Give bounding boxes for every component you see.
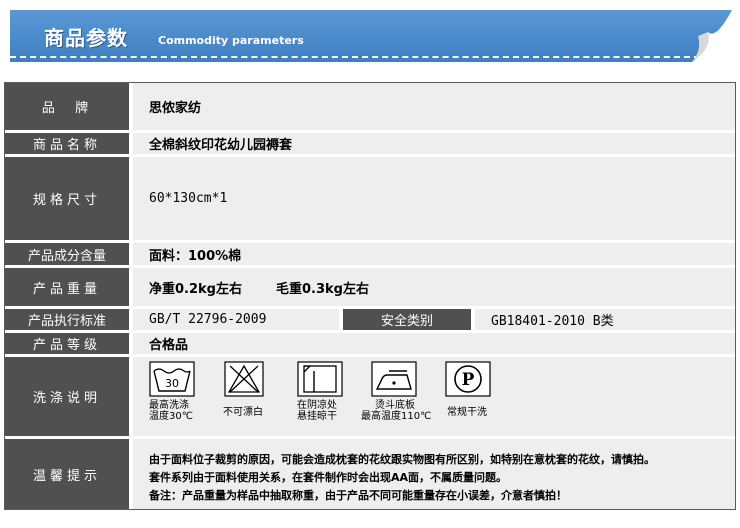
hang-dry-caption: 在阴凉处 悬挂晾干: [297, 400, 337, 422]
row-name: 商品名称 全棉斜纹印花幼儿园褥套: [5, 133, 735, 154]
row-wash: 洗涤说明 30 最高洗涤 温度30℃ 不可漂白 在阴凉处 悬挂晾干 烫斗底板 最…: [5, 357, 735, 436]
dry-clean-letter: P: [462, 370, 475, 390]
iron-caption-2: 最高温度110℃: [361, 411, 432, 422]
name-value: 全棉斜纹印花幼儿园褥套: [133, 133, 735, 154]
wash-icons: 30 最高洗涤 温度30℃ 不可漂白 在阴凉处 悬挂晾干 烫斗底板 最高温度11…: [149, 361, 735, 423]
banner-title: 商品参数: [44, 26, 128, 50]
standard-label: 产品执行标准: [5, 309, 129, 330]
wash-30-caption-2: 温度30℃: [149, 411, 193, 422]
hang-dry-caption-2: 悬挂晾干: [297, 411, 337, 422]
notes-label: 温馨提示: [5, 439, 129, 509]
notes-text: 由于面料位子裁剪的原因，可能会造成枕套的花纹跟实物图有所区别，如特别在意枕套的花…: [149, 451, 655, 505]
row-notes: 温馨提示 由于面料位子裁剪的原因，可能会造成枕套的花纹跟实物图有所区别，如特别在…: [5, 439, 735, 509]
net-weight: 净重0.2kg左右: [149, 281, 242, 297]
no-bleach-caption: 不可漂白: [223, 407, 263, 418]
wash-30-caption-1: 最高洗涤: [149, 400, 189, 411]
brand-label: 品 牌: [5, 83, 129, 130]
notes-line-1: 由于面料位子裁剪的原因，可能会造成枕套的花纹跟实物图有所区别，如特别在意枕套的花…: [149, 453, 655, 466]
grade-value: 合格品: [133, 333, 735, 354]
material-label: 产品成分含量: [5, 243, 129, 265]
size-label: 规格尺寸: [5, 157, 129, 240]
params-table: 品 牌 思侬家纺 商品名称 全棉斜纹印花幼儿园褥套 规格尺寸 60*130cm*…: [4, 82, 736, 510]
notes-line-2: 套件系列由于面料使用关系，在套件制作时会出现AA面，不属质量问题。: [149, 471, 508, 484]
size-value: 60*130cm*1: [133, 157, 735, 240]
dry-clean-caption: 常规干洗: [447, 407, 487, 418]
notes-line-3: 备注：产品重量为样品中抽取称重，由于产品不同可能重量存在小误差，介意者慎拍！: [149, 489, 567, 502]
wash-label: 洗涤说明: [5, 357, 129, 436]
safety-label: 安全类别: [343, 309, 471, 330]
wash-30-caption: 最高洗涤 温度30℃: [149, 400, 193, 422]
standard-value: GB/T 22796-2009: [149, 312, 267, 327]
weight-label: 产品重量: [5, 268, 129, 306]
hang-dry-shade-icon: [297, 361, 343, 397]
iron-caption-1: 烫斗底板: [375, 400, 415, 411]
page-curl-icon: [692, 10, 732, 62]
row-weight: 产品重量 净重0.2kg左右 毛重0.3kg左右: [5, 268, 735, 306]
iron-110-icon: [371, 361, 417, 397]
standard-value-cell: GB/T 22796-2009: [133, 309, 339, 330]
safety-value-cell: GB18401-2010 B类: [475, 309, 735, 330]
row-brand: 品 牌 思侬家纺: [5, 83, 735, 130]
weight-value: 净重0.2kg左右 毛重0.3kg左右: [133, 268, 735, 306]
wash-temp-text: 30: [165, 377, 179, 390]
name-label: 商品名称: [5, 133, 129, 154]
row-grade: 产品等级 合格品: [5, 333, 735, 354]
row-material: 产品成分含量 面料：100%棉: [5, 243, 735, 265]
gross-weight: 毛重0.3kg左右: [275, 281, 369, 297]
brand-value: 思侬家纺: [133, 83, 735, 130]
banner-subtitle: Commodity parameters: [158, 34, 304, 47]
wash-30-icon: 30: [149, 361, 195, 397]
row-standard: 产品执行标准 GB/T 22796-2009 安全类别 GB18401-2010…: [5, 309, 735, 330]
section-banner: 商品参数 Commodity parameters: [0, 0, 740, 80]
size-text: 60*130cm*1: [149, 191, 228, 206]
row-size: 规格尺寸 60*130cm*1: [5, 157, 735, 240]
iron-caption: 烫斗底板 最高温度110℃: [361, 400, 431, 422]
dry-clean-p-icon: P: [445, 361, 491, 397]
hang-dry-caption-1: 在阴凉处: [297, 400, 337, 411]
grade-label: 产品等级: [5, 333, 129, 354]
material-value: 面料：100%棉: [133, 243, 735, 265]
banner-dashed-line: [10, 56, 700, 58]
safety-value: GB18401-2010 B类: [491, 314, 614, 329]
no-bleach-icon: [221, 361, 267, 397]
